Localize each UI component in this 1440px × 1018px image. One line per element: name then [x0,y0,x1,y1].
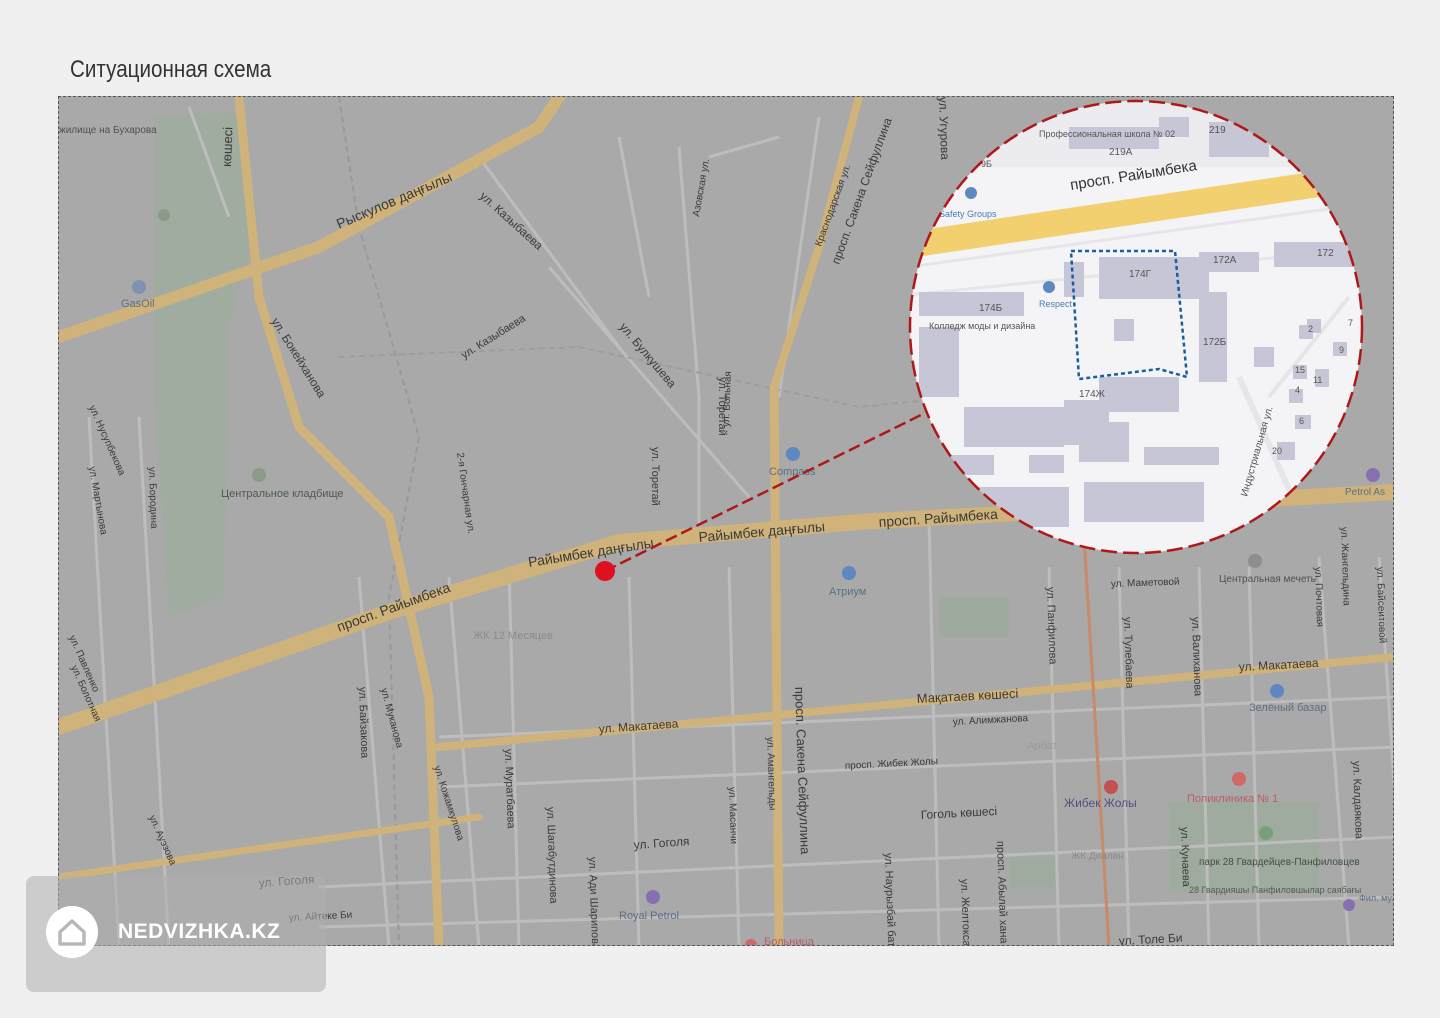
inset-safety-icon [965,187,977,199]
poi-label-compass: Compass [769,466,816,478]
inset-label-6: 6 [1299,416,1304,426]
landmark-icon[interactable] [158,209,170,221]
inset-label-respect: Respect [1039,299,1073,309]
inset-label-20: 20 [1272,446,1282,456]
inset-label-172: 172 [1317,248,1334,259]
street-label-tole-bi: ул. Толе Би [1118,931,1182,946]
inset-label-15: 15 [1295,365,1305,375]
poi-label-film-museum: Фил. муз. [1359,893,1394,903]
inset-label-11: 11 [1313,375,1322,385]
mosque-icon[interactable] [1248,554,1262,568]
inset-label-219a: 219А [1109,147,1133,158]
inset-label-7: 7 [1348,318,1353,328]
poi-label-park28: парк 28 Гвардейцев-Панфиловцев [1199,856,1360,868]
music-icon[interactable] [1343,899,1355,911]
park-icon[interactable] [1259,826,1273,840]
gas-station-icon[interactable] [132,280,146,294]
shopping-bag-icon[interactable] [842,566,856,580]
poi-label-arbat: Арбат [1027,740,1057,752]
cemetery-icon[interactable] [252,468,266,482]
location-dot-icon[interactable] [595,561,615,581]
hospital-icon[interactable] [1232,772,1246,786]
house-logo-icon [46,906,98,958]
street-label-toretai-2: ул. Торетай [649,447,661,506]
street-label-volnaya: ул. Вольная [721,371,734,427]
street-label-koshechi: көшесі [219,127,235,168]
airplane-icon[interactable] [786,447,800,461]
poi-label-central-mosque: Центральная мечеть [1219,574,1316,585]
inset-label-safety-groups: Safety Groups [939,209,997,219]
street-label-zheltoksan: ул. Желтоксан [958,879,973,946]
inset-label-4: 4 [1295,385,1300,395]
inset-label-174zh: 174Ж [1079,389,1106,400]
basket-icon[interactable] [1270,684,1284,698]
street-label-ugurova: ул. Угурова [936,97,952,160]
poi-label-park28-kz: 28 Гвардияшы Панфиловшылар саябағы [1189,885,1361,895]
street-label-borodina: ул. Бородина [146,467,159,529]
park-area-small [939,597,1009,637]
inset-label-174g: 174Г [1129,269,1152,280]
street-label-masanchi: ул. Масанчи [726,787,739,844]
inset-label-9: 9 [1339,345,1344,355]
street-label-tulebaeva: ул. Тулебаева [1121,617,1136,690]
poi-label-zhbaba: жилище на Бухарова [59,125,157,136]
watermark: NEDVIZHKA.KZ [26,876,326,992]
poi-label-royal-petrol: Royal Petrol [619,910,679,922]
situational-plan-sheet: Ситуационная схема Райымбек даңғылы Райы… [0,0,1440,1018]
street-label-baizakova: ул. Байзакова [356,687,371,760]
poi-label-cemetery: Центральное кладбище [221,488,344,500]
poi-label-zk12: ЖК 12 Месяцев [473,630,553,642]
inset-label-174b: 174Б [979,303,1003,314]
inset-label-219: 219 [1209,125,1226,136]
watermark-text: NEDVIZHKA.KZ [118,920,281,943]
page-title: Ситуационная схема [70,56,272,83]
poi-label-petrol-as: Petrol As [1345,487,1385,498]
inset-label-172b: 172Б [1203,337,1227,348]
poi-label-atrium: Атриум [829,586,866,598]
street-label-kunaeva: ул. Кунаева [1178,827,1192,888]
park-area-small-2 [1009,857,1059,887]
inset-label-college: Колледж моды и дизайна [929,321,1035,331]
poi-label-zelenyi-bazar: Зелёный базар [1249,702,1326,714]
map-frame[interactable]: Райымбек даңғылы Райымбек даңғылы просп.… [58,96,1394,946]
inset-label-172a: 172А [1213,255,1237,266]
poi-label-zk-dilan: ЖК Диалан [1071,851,1124,862]
poi-label-gasoil: GasOil [121,298,155,310]
metro-icon[interactable] [1104,780,1118,794]
inset-label-school: Профессиональная школа № 02 [1039,129,1175,139]
inset-respect-icon [1043,281,1055,293]
inset-label-2: 2 [1308,324,1313,334]
fuel-icon-2[interactable] [1366,468,1380,482]
poi-label-bolnitsa: Больница [764,936,815,946]
poi-label-zhibek-zholy-metro: Жибек Жолы [1064,796,1137,810]
fuel-icon[interactable] [646,890,660,904]
poi-label-poliklinika: Поликлиника № 1 [1187,793,1278,805]
map-canvas[interactable]: Райымбек даңғылы Райымбек даңғылы просп.… [59,97,1394,946]
